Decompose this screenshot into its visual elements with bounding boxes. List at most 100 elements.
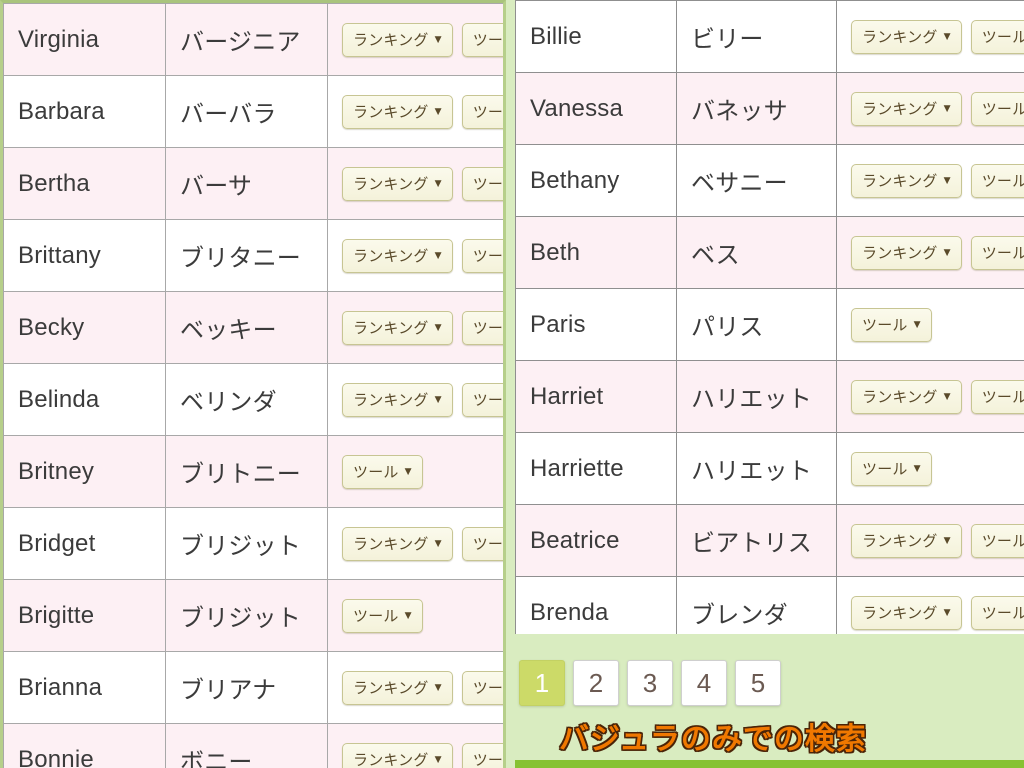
- pagination-page-5[interactable]: 5: [735, 660, 781, 706]
- ranking-dropdown-button[interactable]: ランキング ▼: [342, 166, 453, 201]
- panel-gap-strip: [506, 0, 515, 768]
- ranking-dropdown-button-label: ランキング: [862, 388, 938, 406]
- tool-dropdown-button[interactable]: ツール▼: [342, 598, 423, 633]
- tool-dropdown-button[interactable]: ツール▼: [461, 382, 504, 417]
- ranking-dropdown-button[interactable]: ランキング ▼: [851, 19, 962, 54]
- bottom-accent-bar: [515, 760, 1024, 768]
- tool-dropdown-button-label: ツール: [472, 535, 504, 553]
- names-table-left-panel: Virginiaバージニアランキング▼ツール▼Barbaraバーバラランキング▼…: [0, 0, 506, 768]
- tool-dropdown-button[interactable]: ツール▼: [461, 238, 504, 273]
- ranking-dropdown-button-label: ランキング: [862, 28, 938, 46]
- name-jp-cell: ボニー: [165, 723, 328, 768]
- action-button-group: ランキング ▼ ツール▼: [342, 22, 504, 57]
- table-row: Paris パリス ツール ▼: [515, 288, 1024, 361]
- name-jp-cell: バージニア: [165, 3, 328, 76]
- ranking-dropdown-button[interactable]: ランキング ▼: [342, 742, 453, 768]
- ranking-dropdown-button[interactable]: ランキング ▼: [342, 238, 453, 273]
- ranking-dropdown-button-label: ランキング: [353, 31, 429, 49]
- page-root: Virginiaバージニアランキング▼ツール▼Barbaraバーバラランキング▼…: [0, 0, 1024, 768]
- tool-dropdown-button-label: ツール: [981, 172, 1024, 190]
- pagination-page-3[interactable]: 3: [627, 660, 673, 706]
- tool-dropdown-button-label: ツール: [353, 607, 399, 625]
- tool-dropdown-button-label: ツール: [472, 751, 504, 768]
- pagination-page-2[interactable]: 2: [573, 660, 619, 706]
- chevron-down-icon: ▼: [434, 251, 442, 261]
- ranking-dropdown-button[interactable]: ランキング ▼: [342, 22, 453, 57]
- chevron-down-icon: ▼: [943, 608, 951, 618]
- chevron-down-icon: ▼: [943, 248, 951, 258]
- tool-dropdown-button[interactable]: ツール▼: [970, 91, 1024, 126]
- tool-dropdown-button[interactable]: ツール▼: [851, 307, 932, 342]
- tool-dropdown-button-label: ツール: [981, 100, 1024, 118]
- chevron-down-icon: ▼: [434, 539, 442, 549]
- actions-cell: ランキング ▼ ツール▼: [836, 216, 1024, 289]
- tool-dropdown-button[interactable]: ツール▼: [851, 451, 932, 486]
- pagination-page-4[interactable]: 4: [681, 660, 727, 706]
- ranking-dropdown-button[interactable]: ランキング ▼: [342, 526, 453, 561]
- tool-dropdown-button[interactable]: ツール▼: [461, 742, 504, 768]
- tool-dropdown-button[interactable]: ツール▼: [970, 379, 1024, 414]
- name-en-cell: Bertha: [3, 147, 166, 220]
- table-row: Brendaブレンダ ランキング ▼ ツール▼: [515, 576, 1024, 634]
- name-en-cell: Bridget: [3, 507, 166, 580]
- table-row: Bethベス ランキング ▼ ツール▼: [515, 216, 1024, 289]
- name-jp-cell: ベリンダ: [165, 363, 328, 436]
- tool-dropdown-button[interactable]: ツール▼: [970, 523, 1024, 558]
- tool-dropdown-button[interactable]: ツール▼: [970, 19, 1024, 54]
- chevron-down-icon: ▼: [434, 755, 442, 765]
- chevron-down-icon: ▼: [434, 107, 442, 117]
- ranking-dropdown-button[interactable]: ランキング ▼: [342, 310, 453, 345]
- ranking-dropdown-button[interactable]: ランキング ▼: [851, 523, 962, 558]
- tool-dropdown-button[interactable]: ツール▼: [970, 163, 1024, 198]
- ranking-dropdown-button-label: ランキング: [862, 172, 938, 190]
- table-row: Bonnieボニーランキング ▼ ツール▼: [3, 723, 504, 768]
- ranking-dropdown-button[interactable]: ランキング ▼: [342, 94, 453, 129]
- action-button-group: ツール ▼: [851, 307, 1024, 342]
- ranking-dropdown-button[interactable]: ランキング ▼: [851, 235, 962, 270]
- name-en-cell: Harriette: [515, 432, 677, 505]
- name-jp-cell: バーサ: [165, 147, 328, 220]
- table-row: Barbaraバーバラ ランキング ▼ ツール▼: [3, 75, 504, 148]
- ranking-dropdown-button-label: ランキング: [862, 244, 938, 262]
- action-button-group: ランキング ▼ ツール▼: [342, 670, 503, 705]
- ranking-dropdown-button-label: ランキング: [353, 679, 429, 697]
- actions-cell: ランキング ▼ ツール▼: [327, 507, 504, 580]
- name-en-cell: Brianna: [3, 651, 166, 724]
- ranking-dropdown-button[interactable]: ランキング ▼: [851, 379, 962, 414]
- ranking-dropdown-button[interactable]: ランキング ▼: [342, 382, 453, 417]
- tool-dropdown-button[interactable]: ツール▼: [342, 454, 423, 489]
- actions-cell: ランキング ▼ ツール▼: [836, 504, 1024, 577]
- actions-cell: ランキング ▼ ツール▼: [327, 3, 504, 76]
- ranking-dropdown-button[interactable]: ランキング ▼: [851, 595, 962, 630]
- actions-cell: ランキング ▼ ツール▼: [327, 291, 503, 364]
- tool-dropdown-button-label: ツール: [472, 31, 504, 49]
- pagination-area: 12345 バジュラのみでの検索: [515, 648, 1024, 768]
- name-jp-cell: バネッサ: [676, 72, 837, 145]
- tool-dropdown-button[interactable]: ツール▼: [461, 166, 503, 201]
- tool-dropdown-button-label: ツール: [353, 463, 399, 481]
- tool-dropdown-button[interactable]: ツール▼: [461, 22, 504, 57]
- table-row: Briannaブリアナ ランキング ▼ ツール▼: [3, 651, 503, 724]
- ranking-dropdown-button[interactable]: ランキング ▼: [342, 670, 453, 705]
- ranking-dropdown-button-label: ランキング: [353, 751, 429, 768]
- tool-dropdown-button[interactable]: ツール▼: [461, 670, 503, 705]
- name-en-cell: Brenda: [515, 576, 677, 634]
- tool-dropdown-button-label: ツール: [981, 28, 1024, 46]
- tool-dropdown-button[interactable]: ツール▼: [970, 235, 1024, 270]
- tool-dropdown-button[interactable]: ツール▼: [970, 595, 1024, 630]
- tool-dropdown-button-label: ツール: [472, 103, 504, 121]
- actions-cell: ランキング ▼ ツール▼: [327, 75, 504, 148]
- ranking-dropdown-button[interactable]: ランキング ▼: [851, 163, 962, 198]
- action-button-group: ランキング ▼ ツール▼: [342, 94, 504, 129]
- tool-dropdown-button-label: ツール: [472, 247, 504, 265]
- pagination-page-1[interactable]: 1: [519, 660, 565, 706]
- tool-dropdown-button-label: ツール: [981, 532, 1024, 550]
- tool-dropdown-button-label: ツール: [472, 391, 504, 409]
- action-button-group: ランキング ▼ ツール▼: [342, 238, 504, 273]
- tool-dropdown-button[interactable]: ツール▼: [461, 94, 504, 129]
- tool-dropdown-button[interactable]: ツール▼: [461, 526, 504, 561]
- ranking-dropdown-button[interactable]: ランキング ▼: [851, 91, 962, 126]
- action-button-group: ランキング ▼ ツール▼: [851, 379, 1024, 414]
- names-table-right-panel: Billieビリーランキング▼ツール▼Vanessaバネッサランキング▼ツール▼…: [515, 0, 1024, 634]
- tool-dropdown-button[interactable]: ツール▼: [461, 310, 503, 345]
